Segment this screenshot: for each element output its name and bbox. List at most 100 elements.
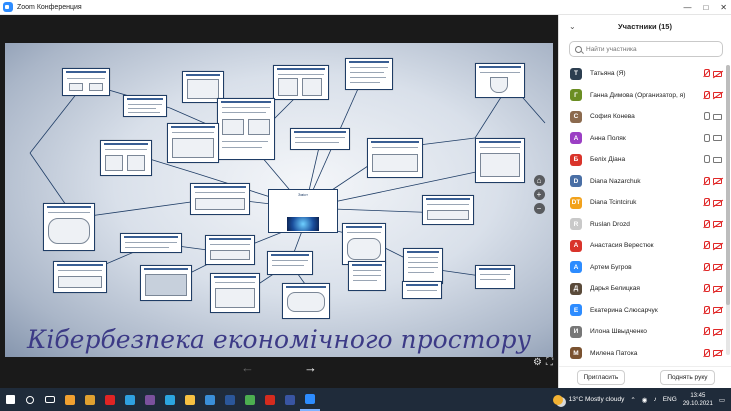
- participant-row[interactable]: T Татьяна (Я): [559, 63, 724, 85]
- participant-row[interactable]: Г Ганна Димова (Организатор, я): [559, 85, 724, 107]
- scrollbar-thumb[interactable]: [726, 65, 730, 305]
- zoom-logo-icon: [3, 2, 13, 12]
- participant-row[interactable]: R Ruslan Drozd: [559, 214, 724, 236]
- store-icon-glyph: [85, 394, 95, 405]
- zoom-icon-glyph: [305, 393, 315, 404]
- tray-arrow-icon[interactable]: ⌃: [630, 396, 635, 404]
- task-view-icon[interactable]: [40, 388, 60, 411]
- store-icon[interactable]: [80, 388, 100, 411]
- volume-icon[interactable]: ♪: [653, 396, 656, 403]
- telegram-icon[interactable]: [160, 388, 180, 411]
- zoom-in-button[interactable]: +: [533, 189, 545, 200]
- next-slide-button[interactable]: →: [304, 360, 317, 375]
- search-icon: [575, 45, 582, 53]
- opera-icon-glyph: [105, 394, 115, 405]
- window-controls: — □ ✕: [683, 0, 727, 15]
- avatar: A: [570, 239, 582, 252]
- participant-name: Артем Бугров: [590, 263, 632, 271]
- system-tray: 13°C Mostly cloudy ⌃ ◉ ♪ ENG 13:45 29.10…: [552, 388, 731, 411]
- participant-search-input[interactable]: [586, 45, 716, 53]
- avatar: DT: [570, 196, 582, 209]
- participant-row[interactable]: С София Конева: [559, 106, 724, 128]
- video-off-icon: [713, 285, 722, 292]
- acrobat-icon[interactable]: [260, 388, 280, 411]
- mindmap-card: [475, 265, 515, 289]
- mindmap-card: [273, 65, 329, 100]
- mindmap-card: [43, 203, 95, 251]
- word-icon-glyph: [225, 394, 235, 405]
- language-indicator[interactable]: ENG: [663, 396, 677, 403]
- zoom-out-button[interactable]: −: [533, 203, 545, 214]
- windows-start-icon[interactable]: [0, 388, 20, 411]
- visio-icon[interactable]: [280, 388, 300, 411]
- weather-icon[interactable]: [552, 394, 563, 405]
- participant-name: Екатерина Слюсарчук: [590, 306, 658, 314]
- home-view-button[interactable]: ⌂: [533, 175, 545, 186]
- network-icon[interactable]: ◉: [642, 396, 648, 404]
- close-button[interactable]: ✕: [720, 3, 727, 12]
- prev-slide-button[interactable]: ←: [241, 360, 254, 375]
- mindmap-card: [282, 283, 330, 319]
- zoom-icon[interactable]: [300, 388, 320, 411]
- mic-muted-icon: [703, 327, 710, 336]
- notifications-icon[interactable]: ▭: [719, 396, 725, 404]
- mindmap-card: [190, 183, 250, 215]
- weather-text[interactable]: 13°C Mostly cloudy: [569, 396, 625, 403]
- mic-muted-icon: [703, 348, 710, 358]
- mindmap-card: [367, 138, 423, 178]
- mic-muted-icon: [703, 262, 710, 272]
- video-icon: [713, 156, 722, 163]
- image-viewer-icon[interactable]: [200, 388, 220, 411]
- participant-row[interactable]: Б Беліх Діана: [559, 149, 724, 171]
- taskbar-apps: [0, 388, 320, 411]
- participant-row[interactable]: DT Diana Tcintciruk: [559, 192, 724, 214]
- participant-row[interactable]: E Екатерина Слюсарчук: [559, 300, 724, 322]
- clock[interactable]: 13:45 29.10.2021: [683, 392, 713, 408]
- mic-icon: [703, 133, 710, 143]
- participants-scrollbar[interactable]: [726, 65, 730, 355]
- fullscreen-icon[interactable]: ⛶: [546, 357, 553, 368]
- opera-icon[interactable]: [100, 388, 120, 411]
- participant-row[interactable]: A Артем Бугров: [559, 257, 724, 279]
- participant-row[interactable]: A Анна Поляк: [559, 128, 724, 150]
- video-off-icon: [713, 307, 722, 314]
- mindmap-card: [403, 248, 443, 284]
- participant-row[interactable]: И Илона Швыдченко: [559, 321, 724, 343]
- participant-name: Беліх Діана: [590, 156, 626, 164]
- participant-row[interactable]: A Анастасия Верестюк: [559, 235, 724, 257]
- chevron-down-icon[interactable]: ⌄: [569, 22, 576, 31]
- participant-status: [703, 262, 722, 272]
- search-icon[interactable]: [20, 388, 40, 411]
- maximize-button[interactable]: □: [703, 3, 708, 12]
- avatar: R: [570, 218, 582, 231]
- participant-status: [703, 133, 722, 143]
- participant-row[interactable]: D Diana Nazarchuk: [559, 171, 724, 193]
- media-player-icon[interactable]: [60, 388, 80, 411]
- mindmap-card: [62, 68, 110, 96]
- chrome-icon[interactable]: [240, 388, 260, 411]
- participant-status: [703, 69, 722, 78]
- word-icon[interactable]: [220, 388, 240, 411]
- video-icon: [713, 113, 722, 120]
- minimize-button[interactable]: —: [683, 3, 691, 12]
- raise-hand-button[interactable]: Поднять руку: [660, 370, 715, 385]
- invite-button[interactable]: Пригласить: [576, 370, 626, 385]
- telegram-icon-glyph: [165, 394, 175, 405]
- participant-search[interactable]: [569, 41, 723, 57]
- participant-row[interactable]: М Милена Патока: [559, 343, 724, 365]
- viber-icon[interactable]: [140, 388, 160, 411]
- slide-title: Кібербезпека економічного простору: [27, 325, 531, 354]
- edge-icon[interactable]: [120, 388, 140, 411]
- mindmap-card: [290, 128, 350, 150]
- participant-row[interactable]: Д Дарья Белицкая: [559, 278, 724, 300]
- explorer-icon[interactable]: [180, 388, 200, 411]
- acrobat-icon-glyph: [265, 394, 275, 405]
- participant-name: Diana Nazarchuk: [590, 177, 641, 185]
- avatar: И: [570, 325, 582, 338]
- participants-list: T Татьяна (Я) Г Ганна Димова (Организатор, …: [559, 63, 724, 364]
- settings-icon[interactable]: ⚙: [533, 357, 542, 368]
- zoom-window: Zoom Конференция — □ ✕ Зміст Кібербезпек…: [0, 0, 731, 411]
- task-view-icon-glyph: [45, 396, 55, 403]
- mic-icon: [703, 155, 710, 164]
- participants-panel: ⌄ Участники (15) T Татьяна (Я) Г Ганна Димо…: [558, 15, 731, 388]
